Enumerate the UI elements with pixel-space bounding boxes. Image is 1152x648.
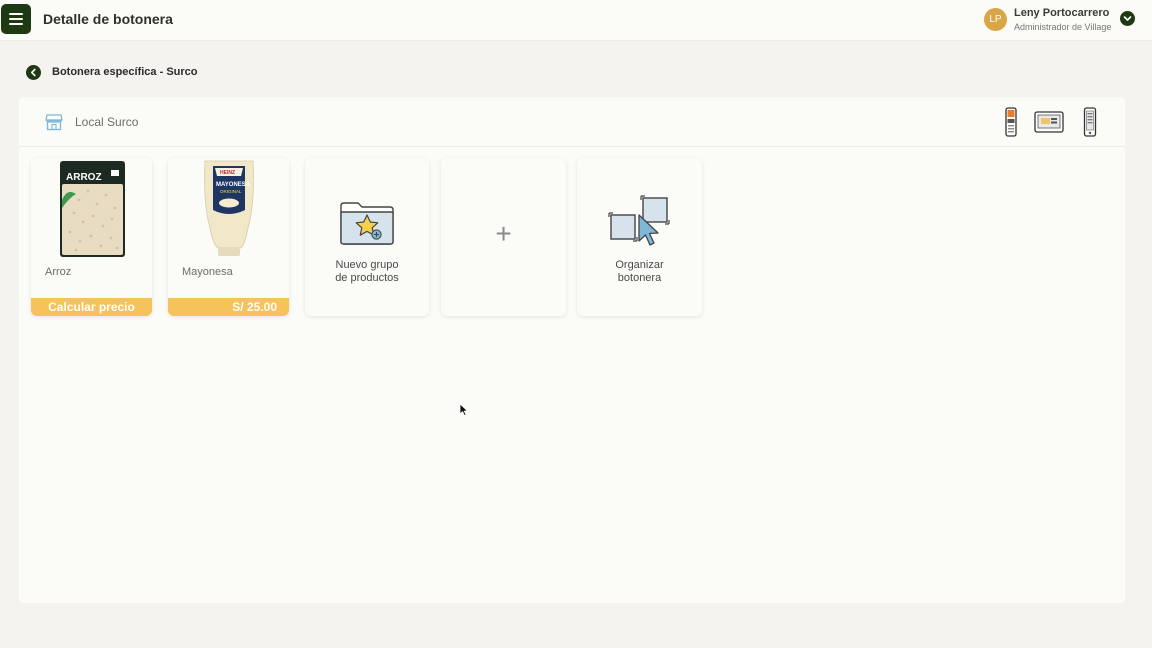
store-icon [45,114,63,131]
pos-terminal-icon [1005,107,1017,137]
user-name: Leny Portocarrero [1014,7,1110,19]
breadcrumb: Botonera específica - Surco [52,66,198,78]
mobile-device-button[interactable] [1083,107,1097,142]
smartphone-icon [1083,107,1097,137]
organize-cursor-icon [608,195,670,246]
product-card-mayonesa[interactable]: HEINZ MAYONESA ORIGINAL Mayonesa S/ 25.0… [168,158,289,316]
mouse-cursor-icon [459,403,468,416]
new-group-label-line1: Nuevo grupo [335,259,399,271]
product-price: S/ 25.00 [168,298,289,316]
new-group-label-line2: de productos [335,272,399,284]
plus-icon: + [495,218,512,249]
product-image-mayonesa: HEINZ MAYONESA ORIGINAL [168,158,289,258]
calculate-price-button[interactable]: Calcular precio [31,298,152,316]
user-role: Administrador de Village [1014,22,1112,32]
button-board-panel: Local Surco ARROZ Arroz Calcular precio … [19,97,1125,603]
user-menu-toggle[interactable] [1120,11,1135,26]
avatar[interactable]: LP [984,8,1007,31]
product-name: Mayonesa [182,266,233,278]
folder-star-icon [340,202,394,245]
panel-header: Local Surco [19,97,1125,147]
card-reader-device-button[interactable] [1034,109,1064,140]
menu-button[interactable] [1,4,31,34]
page-title: Detalle de botonera [43,11,173,27]
pos-device-button[interactable] [1004,107,1018,142]
organize-label-line1: Organizar [615,259,664,271]
store-name: Local Surco [75,115,139,129]
chevron-left-icon [31,68,36,77]
top-bar: Detalle de botonera LP Leny Portocarrero… [0,0,1152,41]
chevron-down-icon [1123,16,1132,21]
product-card-arroz[interactable]: ARROZ Arroz Calcular precio [31,158,152,316]
svg-text:HEINZ: HEINZ [220,170,235,176]
new-product-group-card[interactable]: Nuevo grupo de productos [305,158,429,316]
svg-text:ORIGINAL: ORIGINAL [220,189,242,194]
product-name: Arroz [45,266,72,278]
svg-text:ARROZ: ARROZ [66,172,102,183]
add-button-card[interactable]: + [441,158,566,316]
card-reader-icon [1034,111,1064,133]
back-button[interactable] [26,65,41,80]
svg-text:MAYONESA: MAYONESA [216,182,251,188]
organize-board-card[interactable]: Organizar botonera [577,158,702,316]
organize-label-line2: botonera [617,272,662,284]
product-image-arroz: ARROZ [31,158,152,258]
